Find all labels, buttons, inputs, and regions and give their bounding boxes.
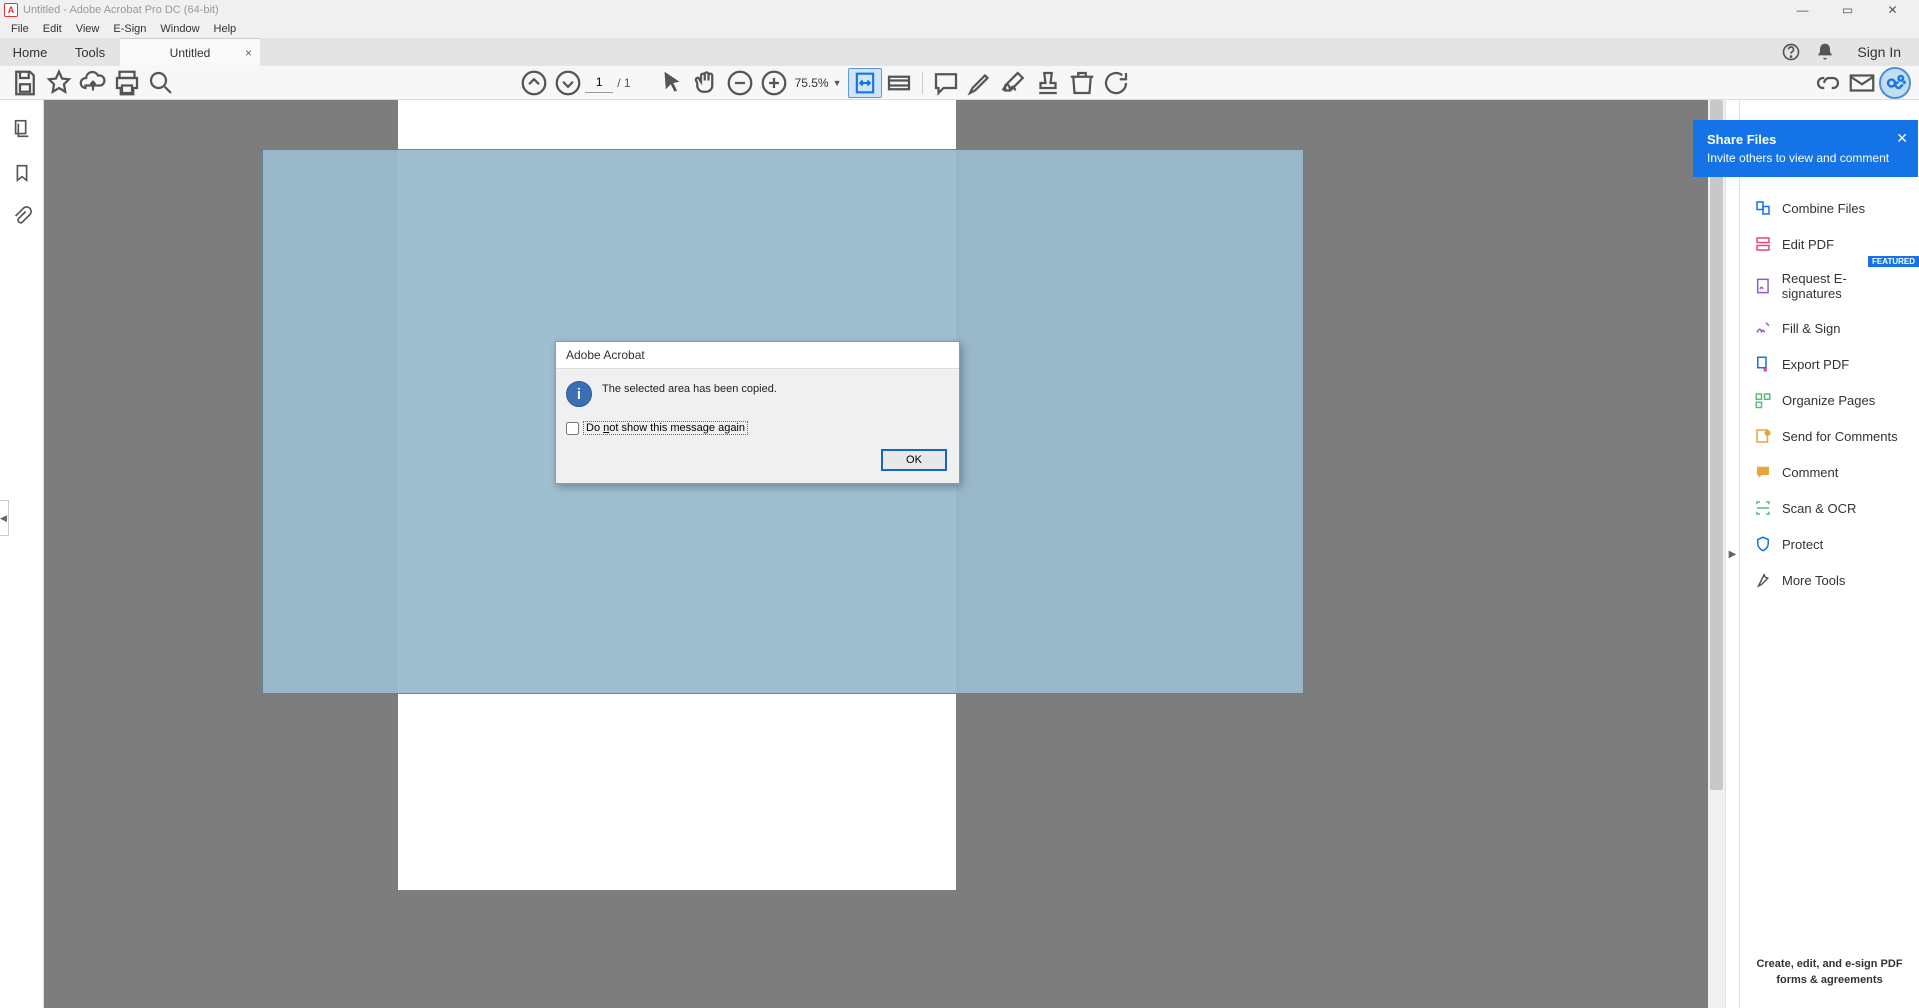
dont-show-checkbox[interactable] xyxy=(566,422,579,435)
dialog-backdrop: Adobe Acrobat i The selected area has be… xyxy=(0,0,1919,1008)
info-dialog: Adobe Acrobat i The selected area has be… xyxy=(555,341,960,484)
ok-button[interactable]: OK xyxy=(881,449,947,471)
dialog-message: The selected area has been copied. xyxy=(602,381,777,395)
info-icon: i xyxy=(566,381,592,407)
dialog-title: Adobe Acrobat xyxy=(556,342,959,369)
dont-show-label[interactable]: Do not show this message again xyxy=(583,421,748,435)
